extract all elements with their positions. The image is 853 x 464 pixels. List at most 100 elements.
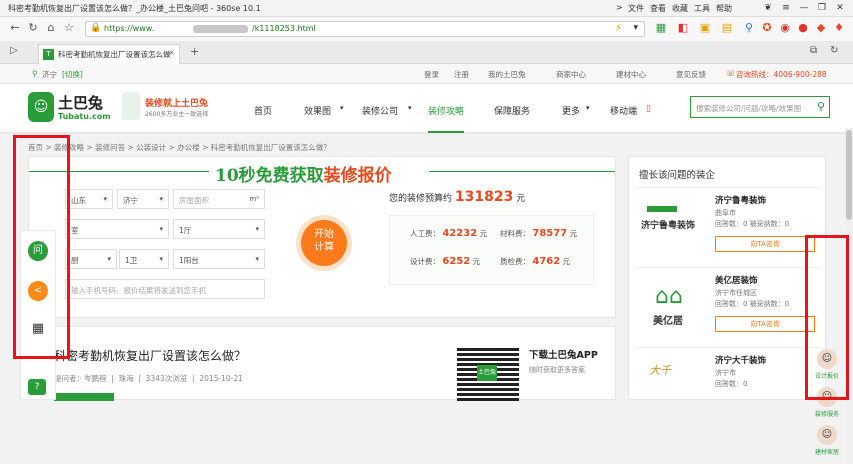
house-logo-icon: ⌂⌂ [655,284,683,309]
company-name[interactable]: 济宁鲁粤装饰 [715,194,766,206]
company-name[interactable]: 美亿居装饰 [715,274,758,286]
restore-tab-icon[interactable]: ⧉ [810,45,817,56]
hall-value: 1厅 [179,226,192,235]
video-icon[interactable]: ● [796,21,810,35]
material-value: 78577 [532,228,568,239]
company-card[interactable]: 大千 济宁大千装饰 济宁市 回答数：0 [635,347,821,401]
web-page: ⚲ 济宁 [切换] 登录 注册 我的土巴兔 商家中心 建材中心 意见反馈 ☏ 咨… [0,64,853,464]
app-download-title: 下载土巴兔APP [529,350,598,361]
help-icon[interactable]: ? [28,379,46,395]
tab-favicon: T [43,49,54,60]
app-download[interactable]: 下载土巴兔APP 随时获取更多答案 [529,347,598,375]
menu-file[interactable]: 文件 [628,3,644,14]
breadcrumb[interactable]: 首页 > 装修攻略 > 装修问答 > 公装设计 > 办公楼 > 科密考勤机恢复出… [28,142,331,153]
extension-icon[interactable]: ♦ [832,21,846,35]
apps-icon[interactable]: ▦ [654,21,668,35]
rabbit-logo-icon: ☺ [28,92,54,122]
register-link[interactable]: 注册 [454,69,469,80]
nav-home[interactable]: 首页 [254,104,272,117]
site-topbar: ⚲ 济宁 [切换] 登录 注册 我的土巴兔 商家中心 建材中心 意见反馈 ☏ 咨… [0,64,853,84]
scrollbar-thumb[interactable] [846,130,852,220]
nav-companies[interactable]: 装修公司 [362,104,398,117]
bath-value: 1卫 [125,256,138,265]
site-search-input[interactable]: 搜索装修公司/问题/攻略/效果图 ⚲ [690,96,830,118]
hall-select[interactable]: 1厅 ▾ [173,219,265,239]
my-tubatu-link[interactable]: 我的土巴兔 [488,69,526,80]
consult-button[interactable]: 向TA咨询 [715,316,815,332]
company-logo-text: 美亿居 [653,316,683,327]
menu-tools[interactable]: 工具 [694,3,710,14]
site-logo[interactable]: ☺ 土巴兔 Tubatu.com [28,92,116,126]
merchant-center-link[interactable]: 商家中心 [556,69,586,80]
nav-guides[interactable]: 装修攻略 [428,104,465,133]
logo-domain: Tubatu.com [58,112,111,121]
home-icon[interactable]: ⌂ [44,21,58,35]
menu-arrow[interactable]: > [616,3,623,12]
address-bar[interactable]: 🔒 https://www. /k1118253.html ⚡ ▾ [85,21,645,37]
float-building-materials[interactable]: ☺ 建材家居 [809,425,845,463]
nav-more[interactable]: 更多 [562,104,580,117]
close-button[interactable]: ✕ [832,1,848,15]
company-city: 济宁市任城区 [715,289,757,297]
chevron-down-icon: ▾ [159,255,163,263]
menu-icon[interactable]: ≡ [778,1,794,15]
room-select[interactable]: 室 ▾ [65,219,169,239]
phone-input[interactable]: 输入手机号码，报价结果将发送到您手机 [65,279,265,299]
lightning-icon[interactable]: ⚡ [615,23,622,34]
screenshot-icon[interactable]: ▣ [698,21,712,35]
room-value: 室 [71,226,79,235]
kitchen-value: 厨 [71,256,79,265]
new-tab-button[interactable]: + [190,45,199,58]
feedback-link[interactable]: 意见反馈 [676,69,706,80]
company-card[interactable]: ⌂⌂ 美亿居 美亿居装饰 济宁市任城区 回答数：0 被采纳数：0 向TA咨询 [635,267,821,347]
materials-center-link[interactable]: 建材中心 [616,69,646,80]
dropdown-icon[interactable]: ▾ [633,23,638,33]
design-value: 6252 [442,256,471,267]
tab-active[interactable]: T 科密考勤机恢复出厂设置该怎么做 × [38,44,180,64]
translate-icon[interactable]: ◧ [676,21,690,35]
nav-mobile[interactable]: 移动端 [610,104,637,117]
sidebar-toggle-icon[interactable]: ▷ [10,45,18,56]
question-card: 科密考勤机恢复出厂设置该怎么做？ 提问者：岑鹏程 | 珠海 | 3343次浏览 … [28,326,616,401]
download-icon[interactable]: ▤ [720,21,734,35]
start-calculate-button[interactable]: 开始 计算 [301,220,347,266]
app-store-icon[interactable]: ◆ [814,21,828,35]
chevron-down-icon: ▾ [255,255,259,263]
skin-icon[interactable]: ❦ [760,1,776,15]
maximize-button[interactable]: ❐ [814,1,830,15]
calc-title-red: 装修报价 [323,166,392,186]
menu-view[interactable]: 查看 [650,3,666,14]
star-icon[interactable]: ☆ [62,21,76,35]
game-icon[interactable]: ✪ [760,21,774,35]
balcony-select[interactable]: 1阳台 ▾ [173,249,265,269]
company-card[interactable]: 济宁鲁粤装饰 济宁鲁粤装饰 曲阜市 回答数：0 被采纳数：0 向TA咨询 [635,187,821,267]
refresh-tab-icon[interactable]: ↻ [830,45,838,56]
tab-title: 科密考勤机恢复出厂设置该怎么做 [58,50,171,59]
login-link[interactable]: 登录 [424,69,439,80]
kitchen-select[interactable]: 厨 ▾ [65,249,117,269]
mobile-icon: ▯ [646,104,651,114]
search-tool-icon[interactable]: ⚲ [742,21,756,35]
consult-button[interactable]: 向TA咨询 [715,236,815,252]
url-suffix: /k1118253.html [252,24,316,33]
nav-effect-images[interactable]: 效果图 [304,104,331,117]
calc-title-green: 10秒免费获取 [215,166,324,186]
minimize-button[interactable]: — [796,1,812,15]
company-stats: 回答数：0 被采纳数：0 [715,300,790,308]
area-input[interactable]: 房屋面积 m² [173,189,265,209]
nav-guarantee[interactable]: 保障服务 [494,104,530,117]
province-select[interactable]: 山东 ▾ [65,189,113,209]
menu-favorites[interactable]: 收藏 [672,3,688,14]
city-switch-link[interactable]: [切换] [62,69,83,80]
tab-close-icon[interactable]: × [168,48,175,57]
question-asker: 提问者：岑鹏程 [54,374,107,383]
menu-help[interactable]: 帮助 [716,3,732,14]
app-qr-code: 土巴兔 [457,347,519,401]
company-name[interactable]: 济宁大千装饰 [715,354,766,366]
city-select[interactable]: 济宁 ▾ [117,189,169,209]
weibo-icon[interactable]: ◉ [778,21,792,35]
search-icon[interactable]: ⚲ [817,100,825,113]
bath-select[interactable]: 1卫 ▾ [119,249,169,269]
back-icon[interactable]: ← [8,21,22,35]
refresh-icon[interactable]: ↻ [26,21,40,35]
